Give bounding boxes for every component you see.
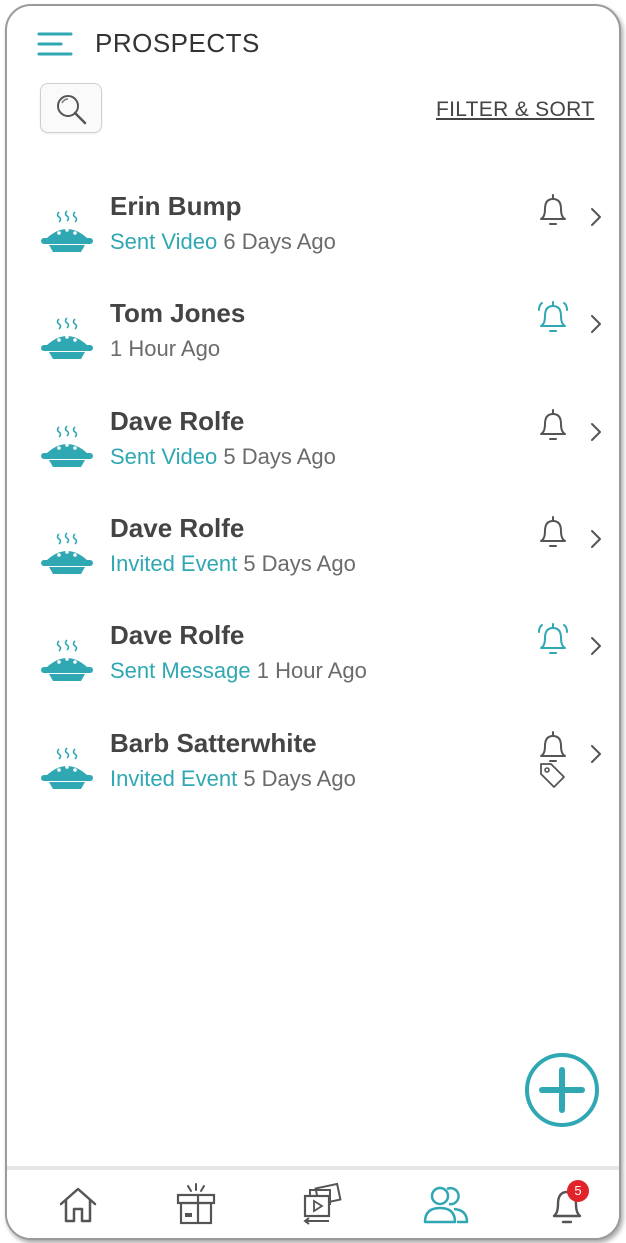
activity-type: Sent Message (110, 658, 251, 684)
activity-time: 1 Hour Ago (256, 658, 367, 684)
pie-icon (41, 425, 93, 467)
chevron (588, 312, 604, 341)
nav-notifications[interactable]: 5 (543, 1180, 593, 1230)
prospect-row[interactable]: Dave Rolfe Invited Event 5 Days Ago (7, 513, 619, 613)
chevron (588, 205, 604, 234)
prospect-name: Erin Bump (110, 191, 242, 221)
prospect-row[interactable]: Dave Rolfe Sent Video 5 Days Ago (7, 406, 619, 506)
bell-icon (538, 623, 568, 655)
activity-time: 6 Days Ago (223, 229, 336, 254)
prospect-activity: Sent Video 6 Days Ago (110, 229, 336, 255)
chevron-right-icon (591, 422, 601, 441)
bell-icon (540, 408, 566, 440)
activity-type: Invited Event (110, 550, 238, 576)
prospect-activity: Sent Message 1 Hour Ago (110, 658, 367, 684)
nav-media[interactable] (297, 1180, 347, 1230)
bell-icon (538, 301, 568, 333)
reminder-bell-button[interactable] (533, 191, 573, 236)
prospect-activity: Sent Video 5 Days Ago (110, 444, 336, 470)
bottom-nav: 5 (7, 1166, 619, 1238)
activity-type: Sent Video (110, 229, 218, 254)
chevron (588, 634, 604, 663)
pie-icon (41, 746, 93, 789)
prospect-row[interactable]: Dave Rolfe Sent Message 1 Hour Ago (7, 620, 619, 720)
nav-gifts[interactable] (171, 1180, 221, 1230)
pie-icon (41, 317, 93, 360)
notification-count-badge: 5 (567, 1180, 589, 1202)
reminder-bell-button[interactable] (533, 406, 573, 451)
add-prospect-button[interactable] (522, 1050, 602, 1135)
filter-sort-link[interactable]: FILTER & SORT (436, 98, 594, 122)
header: PROSPECTS (7, 6, 619, 86)
activity-type: Invited Event (110, 765, 238, 791)
chevron (588, 742, 604, 771)
prospect-avatar (39, 315, 95, 370)
pie-icon (41, 639, 93, 682)
prospect-activity: Invited Event 5 Days Ago (110, 551, 356, 577)
menu-button[interactable] (37, 30, 73, 58)
reminder-bell-button[interactable] (533, 513, 573, 558)
prospect-activity: Invited Event 5 Days Ago (110, 766, 356, 792)
prospect-name: Dave Rolfe (110, 405, 245, 436)
activity-time: 1 Hour Ago (110, 336, 221, 362)
reminder-bell-button[interactable] (533, 620, 573, 665)
home-icon (59, 1187, 97, 1223)
prospect-name: Dave Rolfe (110, 620, 245, 651)
activity-time: 5 Days Ago (223, 443, 336, 469)
prospect-avatar (39, 637, 95, 692)
chevron-right-icon (591, 744, 601, 763)
prospect-name: Barb Satterwhite (110, 727, 317, 758)
prospect-name: Tom Jones (110, 298, 246, 329)
nav-home[interactable] (53, 1180, 103, 1230)
menu-icon (37, 32, 73, 56)
chevron-right-icon (591, 208, 601, 226)
media-library-icon (303, 1182, 342, 1225)
app-frame: PROSPECTS FILTER & SORT Erin Bump Sent Vi… (5, 4, 621, 1240)
gift-box-icon (176, 1183, 216, 1225)
activity-type: Sent Video (110, 443, 218, 469)
prospect-row[interactable]: Erin Bump Sent Video 6 Days Ago (7, 191, 619, 291)
prospect-avatar (39, 530, 95, 585)
search-button[interactable] (40, 83, 102, 133)
bell-icon (540, 194, 566, 225)
pie-icon (41, 532, 93, 574)
tag-button[interactable] (537, 760, 567, 795)
prospect-activity: 1 Hour Ago (110, 336, 220, 362)
activity-time: 5 Days Ago (243, 550, 356, 576)
chevron (588, 420, 604, 449)
search-icon (57, 95, 87, 125)
prospect-avatar (39, 745, 95, 800)
chevron-right-icon (591, 315, 601, 334)
prospect-row[interactable]: Barb Satterwhite Invited Event 5 Days Ago (7, 728, 619, 828)
pie-icon (41, 210, 93, 252)
people-icon (423, 1186, 469, 1224)
chevron-right-icon (591, 529, 601, 548)
prospect-name: Dave Rolfe (110, 512, 245, 543)
chevron (588, 527, 604, 556)
prospect-avatar (39, 208, 95, 263)
tag-icon (540, 762, 565, 788)
bell-icon (540, 515, 566, 547)
prospect-avatar (39, 423, 95, 478)
page-title: PROSPECTS (95, 28, 260, 58)
add-icon (525, 1053, 599, 1127)
reminder-bell-button[interactable] (533, 298, 573, 343)
activity-time: 5 Days Ago (243, 765, 356, 791)
prospect-row[interactable]: Tom Jones 1 Hour Ago (7, 298, 619, 398)
chevron-right-icon (591, 637, 601, 656)
nav-prospects[interactable] (421, 1180, 471, 1230)
